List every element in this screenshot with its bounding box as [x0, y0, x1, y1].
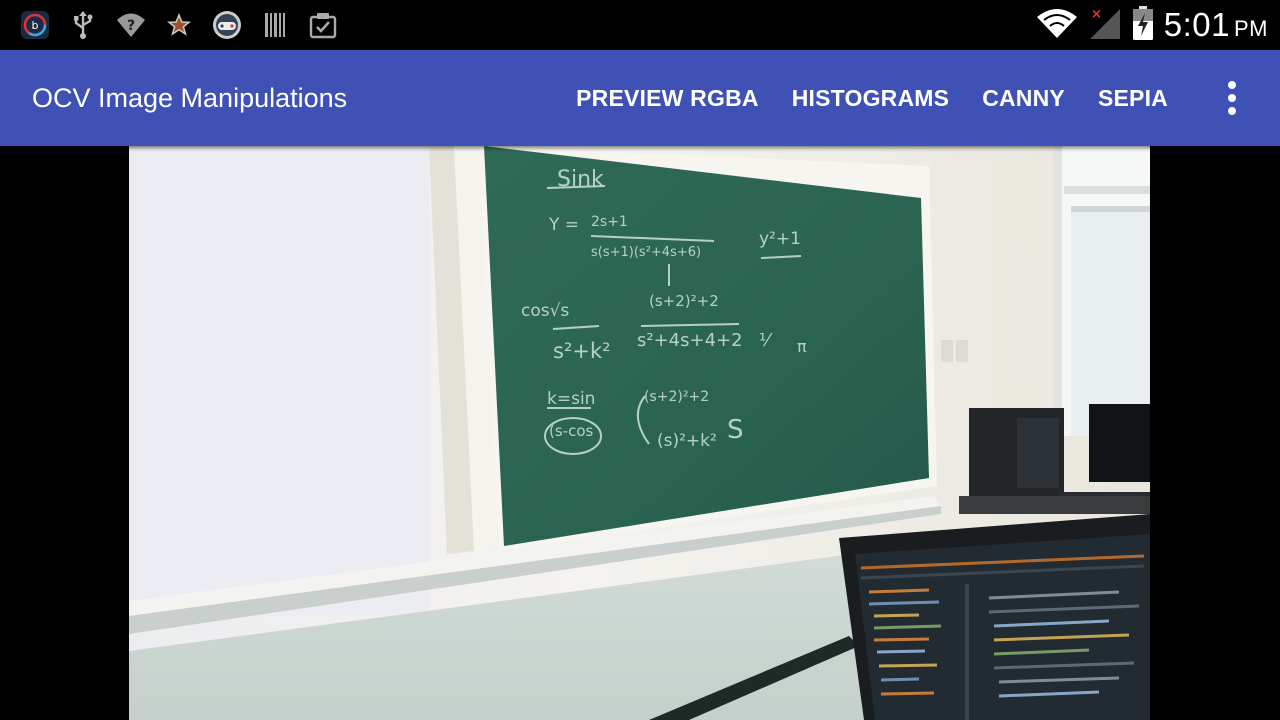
camera-preview[interactable]: Sink Y = 2s+1 s(s+1)(s²+4s+6) y²+1 cos√s… [129, 146, 1150, 720]
svg-text:2s+1: 2s+1 [591, 214, 628, 230]
svg-text:π: π [797, 337, 807, 356]
app-notification-icon: b [20, 10, 50, 40]
svg-text:×: × [1091, 7, 1102, 22]
svg-text:k=sin: k=sin [547, 389, 595, 409]
clipboard-check-icon [308, 10, 338, 40]
preview-rgba-button[interactable]: PREVIEW RGBA [576, 85, 759, 112]
svg-text:b: b [32, 19, 39, 32]
battery-charging-icon [1132, 5, 1154, 46]
clock-ampm: PM [1234, 16, 1268, 41]
action-bar: OCV Image Manipulations PREVIEW RGBA HIS… [0, 50, 1280, 146]
svg-text:s(s+1)(s²+4s+6): s(s+1)(s²+4s+6) [591, 245, 701, 260]
clock-time: 5:01 [1163, 6, 1230, 43]
action-menu: PREVIEW RGBA HISTOGRAMS CANNY SEPIA [576, 50, 1168, 146]
svg-text:?: ? [127, 18, 135, 34]
svg-text:cos√s: cos√s [521, 301, 569, 321]
no-signal-icon: × [1088, 5, 1122, 46]
star-icon [164, 10, 194, 40]
wifi-icon [1036, 7, 1078, 44]
status-bar-notifications: b ? [20, 9, 338, 41]
status-bar-system: × 5:01 PM [1036, 0, 1268, 50]
status-clock: 5:01 PM [1164, 6, 1268, 44]
histograms-button[interactable]: HISTOGRAMS [792, 85, 949, 112]
svg-text:S: S [727, 415, 744, 445]
app-title: OCV Image Manipulations [32, 83, 348, 113]
svg-text:Y =: Y = [548, 215, 579, 235]
sepia-button[interactable]: SEPIA [1098, 85, 1168, 112]
game-controller-icon [212, 10, 242, 40]
status-bar: b ? × 5:01 PM [0, 0, 1280, 50]
usb-icon [68, 10, 98, 40]
svg-text:(s+2)²+2: (s+2)²+2 [649, 292, 719, 310]
wifi-unknown-icon: ? [116, 10, 146, 40]
svg-text:(s)²+k²: (s)²+k² [657, 431, 717, 451]
camera-frame-image: Sink Y = 2s+1 s(s+1)(s²+4s+6) y²+1 cos√s… [129, 146, 1150, 720]
svg-text:y²+1: y²+1 [759, 229, 801, 249]
svg-text:(s+2)²+2: (s+2)²+2 [644, 389, 709, 405]
barcode-icon [260, 10, 290, 40]
canny-button[interactable]: CANNY [982, 85, 1065, 112]
svg-text:(s-cos: (s-cos [549, 422, 594, 440]
more-vert-icon[interactable] [1216, 76, 1248, 120]
svg-text:s²+4s+4+2: s²+4s+4+2 [637, 330, 743, 351]
svg-text:s²+k²: s²+k² [553, 339, 611, 363]
